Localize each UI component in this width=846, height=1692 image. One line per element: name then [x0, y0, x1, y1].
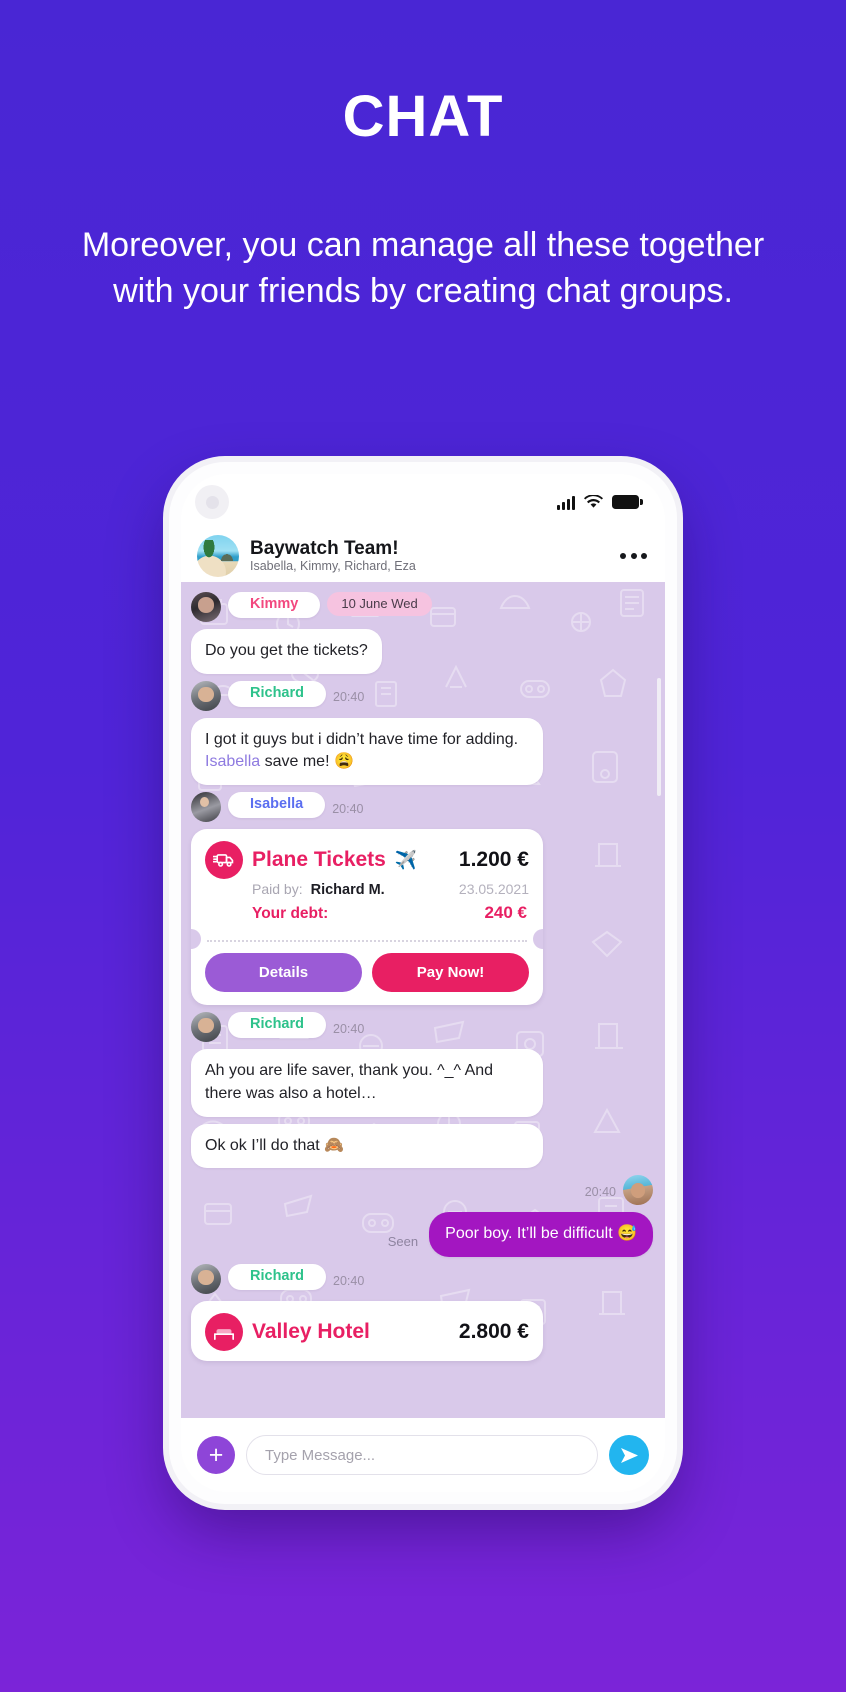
- message-bubble[interactable]: Ok ok I’ll do that 🙈: [191, 1123, 543, 1169]
- message-row: Ok ok I’ll do that 🙈: [191, 1123, 653, 1169]
- expense-date: 23.05.2021: [458, 881, 529, 898]
- bed-icon: [205, 1313, 243, 1352]
- phone-mockup: Baywatch Team! Isabella, Kimmy, Richard,…: [169, 462, 677, 1504]
- mention-isabella[interactable]: Isabella: [205, 753, 260, 770]
- expense-card-body: Plane Tickets ✈️ 1.200 € Paid by: Richar…: [191, 829, 543, 931]
- wifi-icon: [584, 495, 603, 508]
- message-row: Plane Tickets ✈️ 1.200 € Paid by: Richar…: [191, 829, 653, 1006]
- message-status: Seen: [387, 1234, 419, 1250]
- chat-header: Baywatch Team! Isabella, Kimmy, Richard,…: [181, 530, 665, 582]
- airplane-icon: ✈️: [394, 849, 418, 870]
- message-row: I got it guys but i didn’t have time for…: [191, 717, 653, 786]
- battery-full-icon: [612, 495, 643, 509]
- message-time: 20:40: [333, 1273, 365, 1288]
- expense-amount: 1.200 €: [458, 848, 529, 872]
- promo-section: CHAT Moreover, you can manage all these …: [0, 0, 846, 314]
- page-title: CHAT: [342, 84, 504, 149]
- expense-title: Plane Tickets: [252, 848, 386, 872]
- message-row: Valley Hotel 2.800 €: [191, 1301, 653, 1362]
- message-composer: +: [181, 1418, 665, 1492]
- message-meta-row: Richard 20:40: [191, 680, 653, 711]
- message-bubble[interactable]: Ah you are life saver, thank you. ^_^ An…: [191, 1049, 543, 1117]
- expense-card-body: Valley Hotel 2.800 €: [191, 1301, 543, 1361]
- message-meta-row: Richard 20:40: [191, 1012, 653, 1043]
- paid-by-value: Richard M.: [310, 882, 385, 899]
- sender-name: Richard: [228, 1012, 326, 1039]
- status-bar: [181, 474, 665, 530]
- send-icon: [620, 1447, 638, 1463]
- expense-title: Valley Hotel: [252, 1320, 370, 1343]
- group-avatar[interactable]: [197, 535, 239, 577]
- avatar[interactable]: [191, 680, 221, 711]
- message-bubble-outgoing[interactable]: Poor boy. It’ll be difficult 😅: [429, 1212, 653, 1258]
- plus-icon[interactable]: +: [197, 1436, 235, 1474]
- expense-amount: 2.800 €: [458, 1320, 529, 1344]
- sender-name: Isabella: [228, 792, 326, 819]
- message-bubble[interactable]: Do you get the tickets?: [191, 629, 382, 674]
- message-time: 20:40: [333, 1021, 365, 1036]
- expense-title-row: Plane Tickets ✈️ 1.200 €: [205, 841, 529, 880]
- cellular-signal-icon: [557, 495, 575, 510]
- phone-frame: Baywatch Team! Isabella, Kimmy, Richard,…: [169, 462, 677, 1504]
- avatar[interactable]: [191, 1012, 221, 1043]
- sender-name: Richard: [228, 1264, 326, 1290]
- message-row: Do you get the tickets?: [191, 629, 653, 674]
- debt-value: 240 €: [484, 903, 527, 923]
- expense-card-plane-tickets[interactable]: Plane Tickets ✈️ 1.200 € Paid by: Richar…: [191, 829, 543, 1006]
- outgoing-meta-row: 20:40: [191, 1175, 653, 1206]
- message-bubble[interactable]: I got it guys but i didn’t have time for…: [191, 717, 543, 786]
- outgoing-message-row: Seen Poor boy. It’ll be difficult 😅: [191, 1212, 653, 1258]
- message-time: 20:40: [332, 801, 364, 816]
- avatar[interactable]: [623, 1175, 653, 1206]
- message-input[interactable]: [246, 1435, 598, 1475]
- expense-title-row: Valley Hotel 2.800 €: [205, 1313, 529, 1352]
- message-meta-row: Kimmy 10 June Wed: [191, 592, 653, 622]
- message-time: 20:40: [333, 690, 365, 705]
- front-camera-icon: [195, 485, 229, 519]
- expense-paidby-row: Paid by: Richard M. 23.05.2021: [205, 881, 529, 898]
- avatar[interactable]: [191, 792, 221, 823]
- expense-debt-row: Your debt: 240 €: [205, 903, 529, 923]
- more-options-icon[interactable]: [610, 545, 647, 567]
- details-button[interactable]: Details: [205, 953, 362, 993]
- paid-by-label: Paid by:: [252, 881, 303, 898]
- messages-container: Kimmy 10 June Wed Do you get the tickets…: [181, 592, 665, 1362]
- message-list[interactable]: Kimmy 10 June Wed Do you get the tickets…: [181, 582, 665, 1418]
- expense-card-valley-hotel[interactable]: Valley Hotel 2.800 €: [191, 1301, 543, 1362]
- avatar[interactable]: [191, 592, 221, 622]
- message-meta-row: Isabella 20:40: [191, 792, 653, 823]
- message-row: Ah you are life saver, thank you. ^_^ An…: [191, 1049, 653, 1117]
- chat-members: Isabella, Kimmy, Richard, Eza: [250, 558, 416, 573]
- message-text-part2: save me! 😩: [260, 753, 354, 771]
- send-button[interactable]: [609, 1435, 649, 1475]
- sender-name: Kimmy: [228, 592, 321, 618]
- status-icons: [557, 495, 643, 510]
- pay-now-button[interactable]: Pay Now!: [372, 953, 529, 993]
- chat-title: Baywatch Team!: [250, 538, 399, 559]
- date-badge: 10 June Wed: [327, 592, 432, 617]
- phone-screen: Baywatch Team! Isabella, Kimmy, Richard,…: [181, 474, 665, 1492]
- sender-name: Richard: [228, 680, 326, 707]
- message-time: 20:40: [584, 1184, 616, 1199]
- page-subtitle: Moreover, you can manage all these toget…: [81, 226, 765, 311]
- avatar[interactable]: [191, 1264, 221, 1295]
- expense-actions: Details Pay Now!: [191, 942, 543, 1005]
- debt-label: Your debt:: [252, 905, 329, 923]
- truck-icon: [205, 841, 243, 880]
- chat-header-meta[interactable]: Baywatch Team! Isabella, Kimmy, Richard,…: [250, 539, 599, 574]
- message-meta-row: Richard 20:40: [191, 1264, 653, 1295]
- message-text-part1: I got it guys but i didn’t have time for…: [205, 730, 519, 748]
